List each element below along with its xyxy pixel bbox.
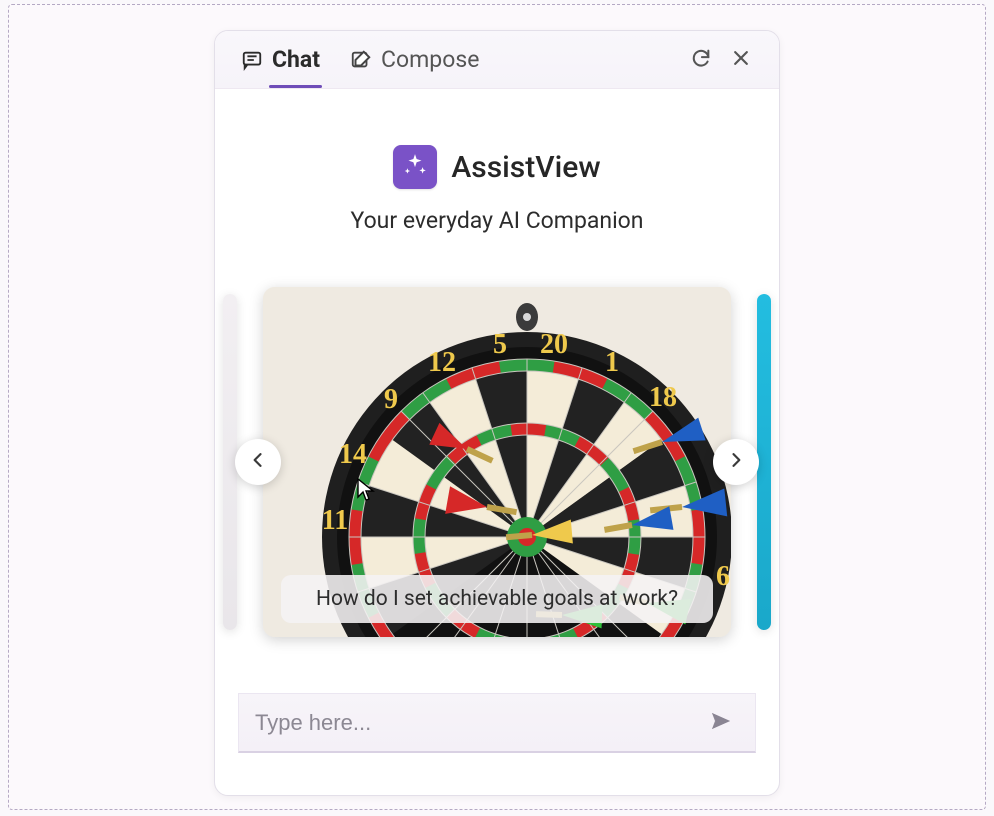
assistview-body: AssistView Your everyday AI Companion (215, 89, 779, 795)
assistview-window: Chat Compose (214, 30, 780, 796)
tab-bar: Chat Compose (215, 31, 779, 89)
carousel-prev-button[interactable] (235, 439, 281, 485)
send-icon (709, 709, 733, 737)
svg-text:14: 14 (339, 439, 367, 470)
carousel-next-button[interactable] (713, 439, 759, 485)
svg-text:12: 12 (428, 347, 456, 378)
carousel-card[interactable]: 20 1 18 6 5 12 9 14 11 (263, 287, 731, 637)
tab-compose[interactable]: Compose (342, 40, 487, 79)
carousel-caption: How do I set achievable goals at work? (281, 575, 713, 623)
svg-text:18: 18 (649, 382, 677, 413)
chat-bubble-icon (241, 49, 263, 71)
svg-text:11: 11 (322, 505, 348, 536)
chevron-right-icon (726, 450, 746, 474)
prompt-input[interactable] (255, 710, 703, 736)
brand-name: AssistView (451, 150, 600, 185)
svg-text:20: 20 (540, 329, 568, 360)
send-button[interactable] (703, 705, 739, 741)
svg-text:9: 9 (384, 384, 398, 415)
suggestion-carousel: 20 1 18 6 5 12 9 14 11 (215, 282, 779, 642)
carousel-peek-next (757, 294, 771, 630)
svg-text:1: 1 (605, 347, 619, 378)
refresh-button[interactable] (681, 40, 721, 80)
compose-edit-icon (350, 49, 372, 71)
prompt-input-row (238, 693, 756, 753)
tab-chat-label: Chat (272, 46, 320, 73)
sparkle-icon (402, 152, 428, 182)
svg-text:5: 5 (493, 329, 507, 360)
tagline: Your everyday AI Companion (350, 207, 643, 234)
refresh-icon (690, 47, 712, 73)
brand-row: AssistView (393, 145, 600, 189)
brand-badge (393, 145, 437, 189)
chevron-left-icon (248, 450, 268, 474)
tab-chat[interactable]: Chat (233, 40, 328, 79)
svg-text:6: 6 (716, 561, 730, 592)
close-icon (731, 48, 751, 72)
close-button[interactable] (721, 40, 761, 80)
tab-compose-label: Compose (381, 46, 479, 73)
